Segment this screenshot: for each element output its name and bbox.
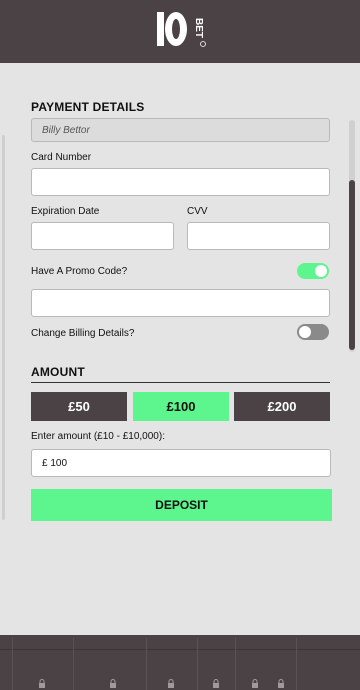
card-number-label: Card Number <box>31 152 92 163</box>
promo-code-label: Have A Promo Code? <box>31 266 128 277</box>
amount-divider <box>31 382 330 383</box>
left-rail <box>2 135 5 520</box>
cvv-label: CVV <box>187 206 208 217</box>
scrollbar[interactable] <box>349 120 355 352</box>
lock-icon <box>213 679 219 688</box>
lock-icon <box>39 679 45 688</box>
scrollbar-thumb[interactable] <box>349 180 355 350</box>
deposit-button[interactable]: DEPOSIT <box>31 489 332 521</box>
lock-icon <box>252 679 258 688</box>
10bet-logo: BET <box>157 12 206 47</box>
footer-column-divider <box>73 638 74 690</box>
expiration-date-label: Expiration Date <box>31 206 100 217</box>
footer-column-divider <box>296 638 297 690</box>
toggle-knob <box>299 326 311 338</box>
lock-icon <box>110 679 116 688</box>
amount-200-button[interactable]: £200 <box>234 392 330 421</box>
footer-column-divider <box>12 638 13 690</box>
billing-details-toggle[interactable] <box>297 324 329 340</box>
app-header: BET <box>0 0 360 63</box>
lock-icon <box>168 679 174 688</box>
cvv-field[interactable] <box>187 222 330 250</box>
footer-column-divider <box>235 638 236 690</box>
svg-text:BET: BET <box>193 18 204 38</box>
payment-details-title: PAYMENT DETAILS <box>31 100 145 114</box>
amount-50-button[interactable]: £50 <box>31 392 127 421</box>
deposit-sheet <box>0 63 360 635</box>
billing-details-label: Change Billing Details? <box>31 328 135 339</box>
cardholder-name-field <box>31 118 330 142</box>
amount-title: AMOUNT <box>31 365 85 379</box>
footer-column-divider <box>146 638 147 690</box>
lock-icon <box>278 679 284 688</box>
promo-code-toggle[interactable] <box>297 263 329 279</box>
amount-100-button[interactable]: £100 <box>133 392 229 421</box>
footer-nav <box>0 635 360 690</box>
card-number-field[interactable] <box>31 168 330 196</box>
amount-input[interactable] <box>31 449 331 477</box>
toggle-knob <box>315 265 327 277</box>
promo-code-field[interactable] <box>31 289 330 317</box>
footer-column-divider <box>197 638 198 690</box>
footer-divider <box>0 649 360 650</box>
enter-amount-label: Enter amount (£10 - £10,000): <box>31 431 165 442</box>
expiration-date-field[interactable] <box>31 222 174 250</box>
